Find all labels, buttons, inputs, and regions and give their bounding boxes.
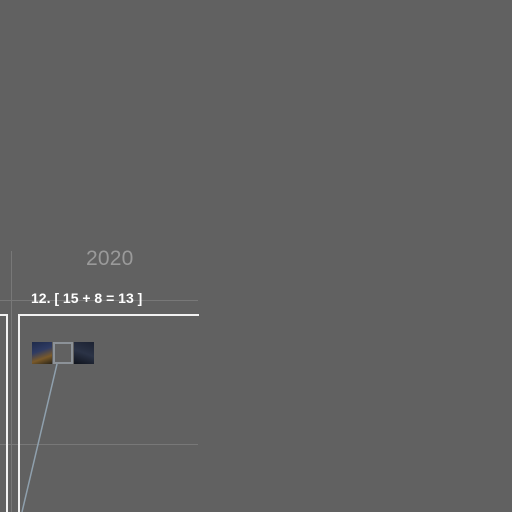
connector-line: [21, 363, 58, 512]
timeline-canvas: 2020 12. [ 15 + 8 = 13 ]: [0, 0, 512, 512]
